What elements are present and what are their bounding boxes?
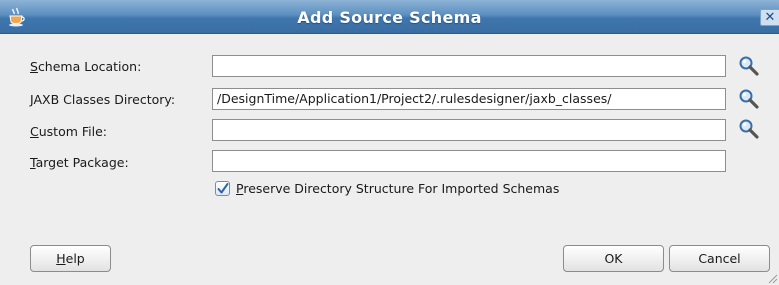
schema-location-input[interactable] <box>212 55 726 77</box>
schema-location-browse-icon[interactable] <box>738 55 760 77</box>
jaxb-classes-directory-label: JAXB Classes Directory: <box>30 92 176 107</box>
cancel-button[interactable]: Cancel <box>669 245 770 272</box>
ok-button[interactable]: OK <box>563 245 664 272</box>
checkmark-icon <box>217 183 229 194</box>
target-package-input[interactable] <box>212 150 726 172</box>
custom-file-label: Custom File: <box>30 124 107 139</box>
preserve-directory-structure-label[interactable]: Preserve Directory Structure For Importe… <box>236 181 559 196</box>
resize-grip-icon[interactable] <box>766 272 778 284</box>
custom-file-browse-icon[interactable] <box>738 118 760 140</box>
add-source-schema-dialog: Add Source Schema ✕ Schema Location: JAX… <box>0 0 779 285</box>
title-bar: Add Source Schema ✕ <box>0 0 779 34</box>
jaxb-classes-directory-browse-icon[interactable] <box>738 88 760 110</box>
dialog-title: Add Source Schema <box>297 8 482 27</box>
help-button[interactable]: Help <box>30 245 111 272</box>
close-button[interactable]: ✕ <box>760 9 779 26</box>
schema-location-label: Schema Location: <box>30 59 142 74</box>
target-package-label: Target Package: <box>30 155 129 170</box>
preserve-directory-structure-checkbox[interactable] <box>215 181 230 196</box>
custom-file-input[interactable] <box>212 119 726 141</box>
jaxb-classes-directory-input[interactable]: /DesignTime/Application1/Project2/.rules… <box>212 88 726 110</box>
